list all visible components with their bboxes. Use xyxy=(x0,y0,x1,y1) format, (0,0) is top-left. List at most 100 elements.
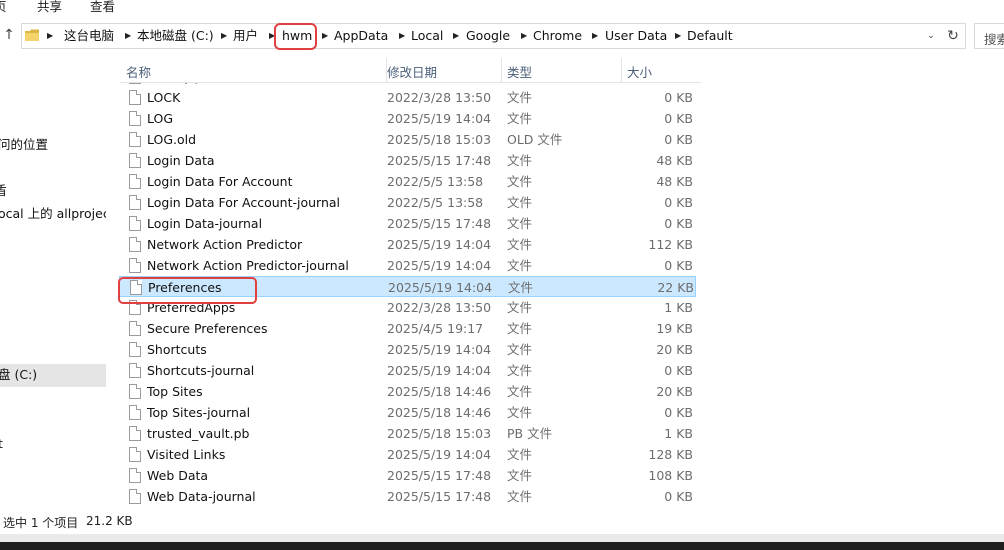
table-row[interactable]: Top Sites 2025/5/18 14:46 文件 20 KB xyxy=(119,381,696,402)
preferences-highlight-box xyxy=(118,277,257,304)
file-type-cell: 文件 xyxy=(507,321,533,336)
file-name-cell: LOG.old xyxy=(147,132,197,147)
file-icon xyxy=(129,174,141,189)
table-row[interactable]: Web Data 2025/5/15 17:48 文件 108 KB xyxy=(119,465,696,486)
table-row[interactable]: Login Data For Account 2022/5/5 13:58 文件 48… xyxy=(119,171,696,192)
column-divider[interactable] xyxy=(501,58,502,83)
file-name-cell: Network Action Predictor xyxy=(147,237,303,252)
breadcrumb-google[interactable]: Google xyxy=(466,24,510,48)
address-bar[interactable]: ▶ 这台电脑 ▶ 本地磁盘 (C:) ▶ 用户 ▶ hwm ▶ AppData … xyxy=(21,23,966,49)
file-type-cell: OLD 文件 xyxy=(507,132,563,147)
table-row[interactable]: LOG 2025/5/19 14:04 文件 0 KB xyxy=(119,108,696,129)
table-row[interactable]: Web Data-journal 2025/5/15 17:48 文件 0 KB xyxy=(119,486,696,507)
breadcrumb-local[interactable]: Local xyxy=(411,24,443,48)
file-icon xyxy=(129,363,141,378)
table-row[interactable]: trusted_vault.pb 2025/5/18 15:03 PB 文件 1 KB xyxy=(119,423,696,444)
breadcrumb-separator-icon[interactable]: ▶ xyxy=(322,24,328,48)
file-name-cell: Shortcuts xyxy=(147,342,207,357)
file-type-cell: 文件 xyxy=(507,111,533,126)
column-name-header[interactable]: 名称 xyxy=(126,62,151,81)
file-icon xyxy=(129,405,141,420)
file-type-cell: 文件 xyxy=(507,300,533,315)
breadcrumb-separator-icon[interactable]: ▶ xyxy=(521,24,527,48)
table-row[interactable]: Visited Links 2025/5/19 14:04 文件 128 KB xyxy=(119,444,696,465)
file-date-cell: 2025/5/19 14:04 xyxy=(387,258,492,273)
file-icon xyxy=(129,132,141,147)
breadcrumb-users[interactable]: 用户 xyxy=(233,24,258,48)
status-bar: 选中 1 个项目 21.2 KB xyxy=(0,510,1004,534)
breadcrumb-appdata[interactable]: AppData xyxy=(334,24,388,48)
up-arrow-icon[interactable]: ↑ xyxy=(2,27,16,43)
column-divider[interactable] xyxy=(621,58,622,83)
file-type-cell: 文件 xyxy=(507,468,533,483)
file-date-cell: 2022/5/5 13:58 xyxy=(387,174,484,189)
file-date-cell: 2022/3/28 13:50 xyxy=(387,90,492,105)
breadcrumb-separator-icon[interactable]: ▶ xyxy=(453,24,459,48)
file-icon xyxy=(129,468,141,483)
table-row[interactable]: Secure Preferences 2025/4/5 19:17 文件 19 KB xyxy=(119,318,696,339)
file-date-cell: 2022/5/5 13:58 xyxy=(387,195,484,210)
nav-item-allproject[interactable]: ocal 上的 allproject xyxy=(0,203,106,225)
file-type-cell: 文件 xyxy=(507,258,533,273)
column-size-header[interactable]: 大小 xyxy=(627,62,652,81)
file-name-cell: Top Sites-journal xyxy=(147,405,251,420)
file-type-cell: 文件 xyxy=(507,237,533,252)
table-row[interactable]: Network Action Predictor 2025/5/19 14:04 文… xyxy=(119,234,696,255)
nav-item-partial-t[interactable]: t xyxy=(0,433,3,455)
table-row[interactable]: Shortcuts 2025/5/19 14:04 文件 20 KB xyxy=(119,339,696,360)
file-size-cell: 48 KB xyxy=(656,174,693,189)
column-type-header[interactable]: 类型 xyxy=(507,62,532,81)
breadcrumb-user-data[interactable]: User Data xyxy=(605,24,667,48)
file-date-cell: 2025/5/15 17:48 xyxy=(387,153,492,168)
breadcrumb-separator-icon[interactable]: ▶ xyxy=(675,24,681,48)
breadcrumb-separator-icon[interactable]: ▶ xyxy=(221,24,227,48)
file-icon xyxy=(129,258,141,273)
table-row[interactable]: LOG.old 2025/5/18 15:03 OLD 文件 0 KB xyxy=(119,129,696,150)
ribbon-tab-share[interactable]: 共享 xyxy=(37,0,62,15)
status-size-text: 21.2 KB xyxy=(86,514,133,528)
file-type-cell: 文件 xyxy=(507,195,533,210)
table-row[interactable]: LOCK 2022/3/28 13:50 文件 0 KB xyxy=(119,87,696,108)
search-input[interactable]: 搜索 xyxy=(974,23,1004,49)
nav-item-local-disk[interactable]: 盘 (C:) xyxy=(0,364,37,386)
table-row[interactable]: Login Data 2025/5/15 17:48 文件 48 KB xyxy=(119,150,696,171)
breadcrumb-this-pc[interactable]: 这台电脑 xyxy=(64,24,114,48)
nav-item-recent[interactable]: 问的位置 xyxy=(0,134,48,156)
table-row[interactable]: Top Sites-journal 2025/5/18 14:46 文件 0 KB xyxy=(119,402,696,423)
username-highlight-box xyxy=(274,23,317,50)
breadcrumb-default[interactable]: Default xyxy=(687,24,733,48)
file-name-cell: Login Data-journal xyxy=(147,216,263,231)
file-size-cell: 48 KB xyxy=(656,153,693,168)
table-row[interactable]: Login Data-journal 2025/5/15 17:48 文件 0 KB xyxy=(119,213,696,234)
file-type-cell: 文件 xyxy=(507,174,533,189)
status-selection-text: 选中 1 个项目 xyxy=(3,516,79,530)
ribbon-tab-page[interactable]: 页 xyxy=(0,0,7,15)
file-size-cell: 0 KB xyxy=(664,111,693,126)
ribbon-tab-view[interactable]: 查看 xyxy=(90,0,115,15)
file-size-cell: 0 KB xyxy=(664,363,693,378)
breadcrumb-separator-icon[interactable]: ▶ xyxy=(125,24,131,48)
breadcrumb-local-disk[interactable]: 本地磁盘 (C:) xyxy=(137,24,214,48)
file-icon xyxy=(129,321,141,336)
search-placeholder: 搜索 xyxy=(984,32,1004,47)
file-name-cell: LOCK xyxy=(147,90,181,105)
file-size-cell: 0 KB xyxy=(664,258,693,273)
table-row[interactable]: Shortcuts-journal 2025/5/19 14:04 文件 0 KB xyxy=(119,360,696,381)
breadcrumb-chrome[interactable]: Chrome xyxy=(533,24,582,48)
column-date-header[interactable]: 修改日期 xyxy=(387,62,437,81)
file-date-cell: 2025/5/19 14:04 xyxy=(388,280,493,295)
file-size-cell: 108 KB xyxy=(648,468,693,483)
nav-item-partial[interactable]: 盾 xyxy=(0,180,7,202)
refresh-icon[interactable]: ↻ xyxy=(942,24,964,48)
file-name-cell: Web Data xyxy=(147,468,209,483)
file-type-cell: 文件 xyxy=(507,405,533,420)
chevron-down-icon[interactable]: ⌄ xyxy=(920,24,942,48)
breadcrumb-separator-icon[interactable]: ▶ xyxy=(592,24,598,48)
file-size-cell: 112 KB xyxy=(648,237,693,252)
file-date-cell: 2025/5/19 14:04 xyxy=(387,363,492,378)
file-size-cell: 20 KB xyxy=(656,384,693,399)
table-row[interactable]: Network Action Predictor-journal 2025/5/1… xyxy=(119,255,696,276)
table-row[interactable]: Login Data For Account-journal 2022/5/5 1… xyxy=(119,192,696,213)
breadcrumb-separator-icon[interactable]: ▶ xyxy=(399,24,405,48)
breadcrumb-separator-icon[interactable]: ▶ xyxy=(47,24,53,48)
